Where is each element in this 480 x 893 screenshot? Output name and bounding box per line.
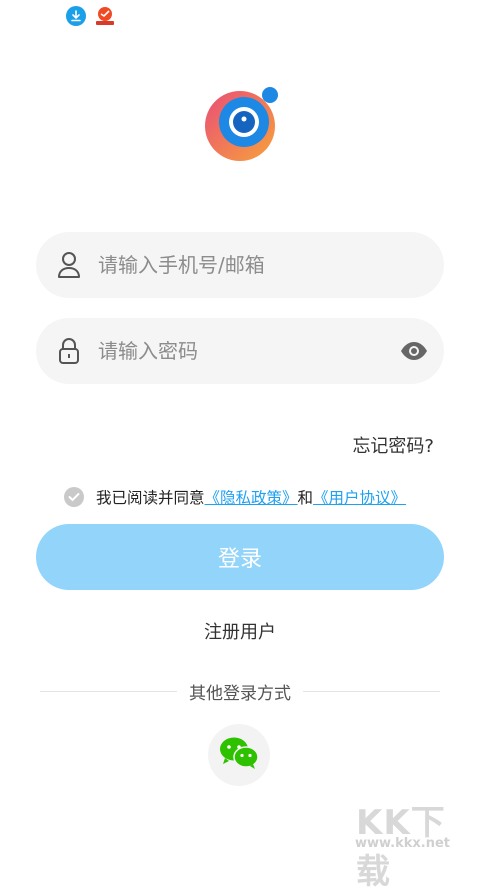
watermark-url: www.kkx.net	[354, 836, 450, 851]
user-agreement-link[interactable]: 《用户协议》	[313, 486, 406, 508]
agree-text: 我已阅读并同意	[96, 489, 205, 507]
phone-email-input[interactable]	[96, 231, 444, 299]
wechat-icon	[219, 736, 259, 774]
privacy-policy-link[interactable]: 《隐私政策》	[205, 486, 298, 508]
register-link[interactable]: 注册用户	[0, 618, 480, 644]
other-methods-label: 其他登录方式	[189, 683, 291, 704]
show-password-eye-icon[interactable]	[400, 339, 428, 363]
status-bar-icons	[66, 6, 116, 26]
forgot-password-link[interactable]: 忘记密码?	[352, 432, 434, 458]
download-icon	[66, 6, 86, 26]
divider-line-right	[303, 690, 440, 692]
other-methods-divider: 其他登录方式	[40, 680, 440, 704]
site-watermark: KK下载 www.kkx.net	[354, 795, 476, 892]
app-logo	[203, 86, 279, 162]
lock-icon	[56, 336, 82, 366]
app-notification-icon	[94, 6, 116, 26]
user-icon	[56, 250, 82, 280]
wechat-login-button[interactable]	[208, 724, 270, 786]
agreement-row: 我已阅读并同意 《隐私政策》 和 《用户协议》	[64, 486, 406, 508]
password-field[interactable]	[36, 317, 444, 385]
login-button[interactable]: 登录	[36, 524, 444, 590]
divider-line-left	[40, 690, 177, 692]
agree-checkbox[interactable]	[64, 487, 84, 507]
agree-and-text: 和	[297, 489, 314, 507]
password-input[interactable]	[96, 317, 444, 385]
phone-email-field[interactable]	[36, 231, 444, 299]
